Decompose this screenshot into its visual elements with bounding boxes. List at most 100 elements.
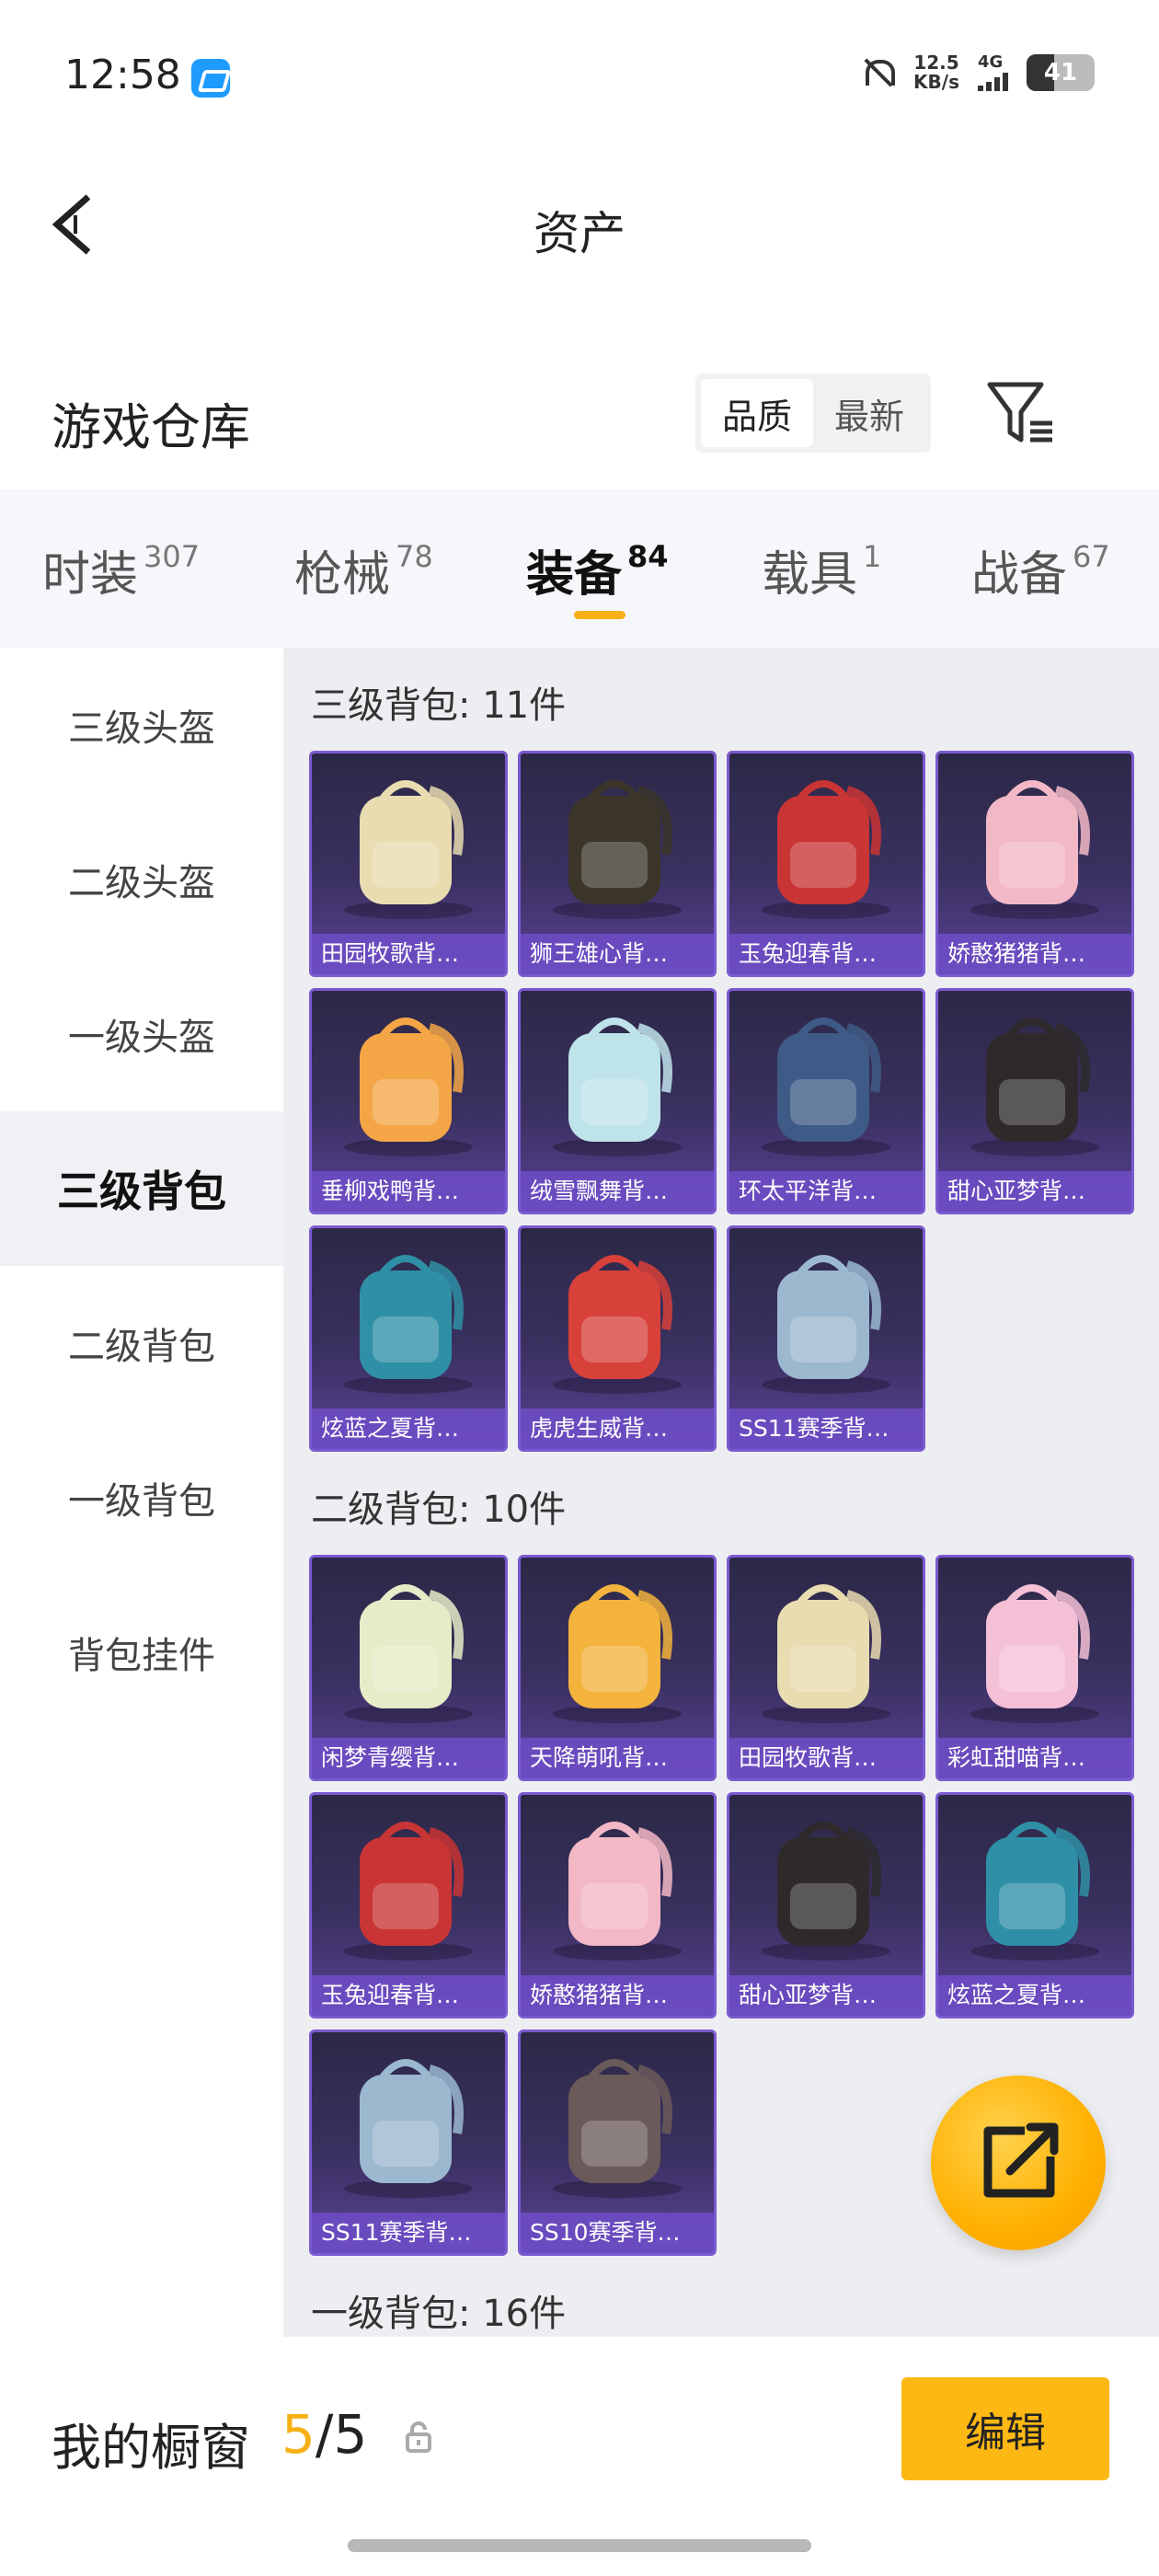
tab-fashion[interactable]: 时装 307 — [42, 535, 200, 604]
backpack-image — [553, 1255, 682, 1394]
status-bar: 12:58 12.5 KB/s 4G 41 — [0, 0, 1159, 156]
home-indicator[interactable] — [348, 2539, 811, 2552]
item-name: 闲梦青缨背… — [312, 1738, 505, 1778]
share-button[interactable] — [931, 2076, 1106, 2250]
item-card[interactable]: SS10赛季背… — [518, 2030, 717, 2256]
item-name: 炫蓝之夏背… — [312, 1409, 505, 1449]
item-name: 甜心亚梦背… — [938, 1171, 1131, 1212]
backpack-image — [762, 1822, 890, 1961]
filter-icon[interactable] — [986, 381, 1060, 445]
lock-icon — [406, 2421, 431, 2453]
item-card[interactable]: 天降萌吼背… — [518, 1555, 717, 1781]
tab-vehicles[interactable]: 载具 1 — [762, 535, 881, 604]
tab-firearms[interactable]: 枪械 78 — [294, 535, 433, 604]
item-name: 虎虎生威背… — [521, 1409, 714, 1449]
item-name: 田园牧歌背… — [729, 1738, 923, 1778]
backpack-image — [553, 780, 682, 919]
tab-count: 307 — [143, 539, 201, 574]
edit-button[interactable]: 编辑 — [901, 2377, 1109, 2480]
tab-count: 84 — [627, 539, 669, 574]
page-title: 资产 — [534, 207, 625, 260]
backpack-image — [762, 1018, 890, 1156]
backpack-image — [762, 1584, 890, 1723]
tab-count: 78 — [396, 539, 433, 574]
app-notification-icon — [191, 59, 230, 98]
backpack-image — [553, 1584, 682, 1723]
signal-icon: 4G — [978, 54, 1008, 91]
backpack-image — [344, 1584, 473, 1723]
backpack-image — [553, 1018, 682, 1156]
status-time: 12:58 — [64, 52, 181, 98]
item-card[interactable]: 炫蓝之夏背… — [935, 1792, 1134, 2018]
tab-label: 战备 — [971, 547, 1068, 603]
item-card[interactable]: 炫蓝之夏背… — [309, 1225, 508, 1452]
item-card[interactable]: 虎虎生威背… — [518, 1225, 717, 1452]
sidebar: 三级头盔 二级头盔 一级头盔 三级背包 二级背包 一级背包 背包挂件 — [0, 648, 283, 2337]
network-type: 4G — [978, 52, 1004, 72]
item-card[interactable]: 甜心亚梦背… — [727, 1792, 925, 2018]
sidebar-item-backpack-charm[interactable]: 背包挂件 — [0, 1575, 283, 1730]
showcase-current: 5 — [281, 2403, 316, 2466]
item-card[interactable]: 田园牧歌背… — [309, 751, 508, 977]
sort-option-quality[interactable]: 品质 — [701, 379, 813, 447]
tab-label: 枪械 — [294, 547, 391, 603]
net-speed-value: 12.5 — [913, 52, 959, 74]
item-card[interactable]: 娇憨猪猪背… — [518, 1792, 717, 2018]
item-name: 炫蓝之夏背… — [938, 1975, 1131, 2016]
tab-label: 装备 — [526, 547, 623, 603]
item-name: 玉兔迎春背… — [312, 1975, 505, 2016]
showcase-label: 我的橱窗 — [52, 2419, 250, 2477]
item-card[interactable]: 甜心亚梦背… — [935, 988, 1134, 1214]
sidebar-item-helmet-2[interactable]: 二级头盔 — [0, 802, 283, 957]
sidebar-item-backpack-2[interactable]: 二级背包 — [0, 1266, 283, 1420]
item-card[interactable]: 垂柳戏鸭背… — [309, 988, 508, 1214]
sidebar-item-backpack-3[interactable]: 三级背包 — [0, 1111, 283, 1266]
item-card[interactable]: 狮王雄心背… — [518, 751, 717, 977]
item-name: 甜心亚梦背… — [729, 1975, 923, 2016]
tab-label: 时装 — [42, 547, 139, 603]
item-name: 娇憨猪猪背… — [521, 1975, 714, 2016]
item-card[interactable]: 娇憨猪猪背… — [935, 751, 1134, 977]
tab-count: 67 — [1073, 539, 1110, 574]
net-speed-unit: KB/s — [913, 71, 959, 93]
item-name: SS11赛季背… — [729, 1409, 923, 1449]
backpack-image — [344, 780, 473, 919]
share-external-icon — [983, 2122, 1059, 2198]
item-card[interactable]: SS11赛季背… — [309, 2030, 508, 2256]
sidebar-item-backpack-1[interactable]: 一级背包 — [0, 1420, 283, 1575]
item-card[interactable]: 玉兔迎春背… — [727, 751, 925, 977]
backpack-image — [970, 1822, 1099, 1961]
sort-option-newest[interactable]: 最新 — [813, 379, 925, 447]
backpack-image — [970, 1584, 1099, 1723]
item-name: 玉兔迎春背… — [729, 934, 923, 974]
section-title: 三级背包: 11件 — [311, 684, 567, 727]
section-title: 二级背包: 10件 — [311, 1489, 567, 1531]
item-card[interactable]: 绒雪飘舞背… — [518, 988, 717, 1214]
item-card[interactable]: 闲梦青缨背… — [309, 1555, 508, 1781]
backpack-image — [344, 1822, 473, 1961]
tab-equipment[interactable]: 装备 84 — [526, 535, 669, 604]
item-card[interactable]: 玉兔迎春背… — [309, 1792, 508, 2018]
item-name: 田园牧歌背… — [312, 934, 505, 974]
showcase-total: 5 — [333, 2403, 368, 2466]
item-name: 垂柳戏鸭背… — [312, 1171, 505, 1212]
showcase-count: 5/5 — [281, 2403, 367, 2466]
category-tabs: 时装 307 枪械 78 装备 84 载具 1 战备 67 — [0, 489, 1159, 648]
battery-icon: 41 — [1027, 54, 1095, 91]
sidebar-item-helmet-3[interactable]: 三级头盔 — [0, 648, 283, 802]
backpack-image — [970, 780, 1099, 919]
backpack-image — [344, 1018, 473, 1156]
item-card[interactable]: 环太平洋背… — [727, 988, 925, 1214]
backpack-image — [970, 1018, 1099, 1156]
tab-supplies[interactable]: 战备 67 — [971, 535, 1110, 604]
backpack-image — [344, 2059, 473, 2198]
item-card[interactable]: SS11赛季背… — [727, 1225, 925, 1452]
item-card[interactable]: 彩虹甜喵背… — [935, 1555, 1134, 1781]
backpack-image — [553, 2059, 682, 2198]
item-card[interactable]: 田园牧歌背… — [727, 1555, 925, 1781]
sidebar-item-helmet-1[interactable]: 一级头盔 — [0, 957, 283, 1111]
item-name: SS10赛季背… — [521, 2213, 714, 2253]
backpack-image — [762, 1255, 890, 1394]
sort-toggle: 品质 最新 — [695, 374, 931, 453]
net-speed: 12.5 KB/s — [913, 53, 959, 92]
